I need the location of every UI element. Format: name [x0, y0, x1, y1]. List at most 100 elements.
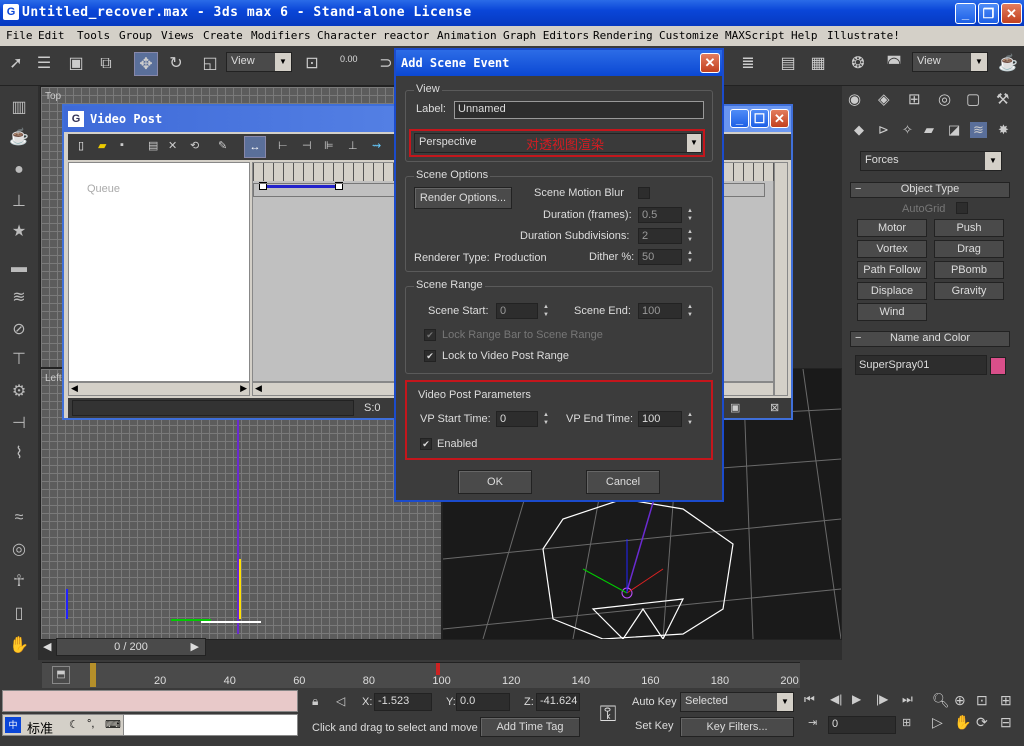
- zoom-icon[interactable]: ⊠: [770, 401, 779, 414]
- vp-start-input[interactable]: 0: [496, 411, 538, 427]
- move-icon[interactable]: ✥: [134, 52, 158, 76]
- ime-moon-icon[interactable]: ☾: [69, 718, 79, 731]
- prev-frame-icon[interactable]: ◀|: [830, 692, 842, 706]
- time-slider[interactable]: 0 / 200 ◀ ▶: [43, 638, 206, 656]
- save-icon[interactable]: ▪: [120, 139, 124, 151]
- menu-modifiers[interactable]: Modifiers: [251, 29, 311, 42]
- enabled-checkbox[interactable]: ✔: [420, 438, 432, 450]
- key-icon[interactable]: ⚿: [590, 696, 626, 732]
- cameras-icon[interactable]: ▰: [924, 122, 934, 138]
- display-tab-icon[interactable]: ▢: [966, 90, 980, 108]
- pivot-icon[interactable]: ⊡: [300, 52, 324, 76]
- zoom-icon[interactable]: 🔍︎: [932, 692, 950, 709]
- vp-end-spinner[interactable]: ▲ ▼: [684, 411, 696, 429]
- selected-combo[interactable]: Selected ▼: [680, 692, 794, 712]
- track-vscroll[interactable]: [774, 162, 788, 396]
- scene-end-spinner[interactable]: ▲ ▼: [684, 303, 696, 321]
- crossing-icon[interactable]: ⧉: [94, 52, 118, 76]
- biped-icon[interactable]: ☥: [7, 570, 31, 594]
- queue-hscroll[interactable]: ◀ ▶: [68, 382, 250, 396]
- maximize-viewport-icon[interactable]: ⊟: [1000, 714, 1012, 731]
- absolute-mode-icon[interactable]: ◁: [336, 694, 345, 708]
- x-coord-input[interactable]: -1.523: [374, 693, 432, 711]
- key-mode-icon[interactable]: ⇥: [808, 716, 817, 729]
- push-button[interactable]: Push: [934, 219, 1004, 237]
- current-frame-input[interactable]: 0: [828, 716, 896, 734]
- render-options-button[interactable]: Render Options...: [414, 187, 512, 209]
- lock-selection-icon[interactable]: 🔒︎: [312, 694, 318, 709]
- zoom-all-icon[interactable]: ⊕: [954, 692, 966, 709]
- vp-end-input[interactable]: 100: [638, 411, 682, 427]
- zoom-extents-icon[interactable]: ⊡: [976, 692, 988, 709]
- video-post-close-button[interactable]: ✕: [770, 109, 789, 128]
- pan-icon[interactable]: ✋: [954, 714, 971, 731]
- menu-edit[interactable]: Edit: [38, 29, 65, 42]
- menu-views[interactable]: Views: [161, 29, 194, 42]
- wave-icon[interactable]: ≈: [7, 506, 31, 530]
- goto-end-icon[interactable]: ⏭: [902, 692, 913, 707]
- quick-render-icon[interactable]: ☕: [996, 52, 1020, 76]
- ring-icon[interactable]: ◎: [7, 538, 31, 562]
- schematic-icon[interactable]: ▦: [806, 52, 830, 76]
- create-tab-icon[interactable]: ◉: [848, 90, 861, 108]
- edit-icon[interactable]: ▤: [148, 139, 158, 152]
- lights-icon[interactable]: ✧: [902, 122, 913, 138]
- video-post-minimize-button[interactable]: _: [730, 109, 749, 128]
- menu-illustrate[interactable]: Illustrate!: [827, 29, 900, 42]
- align-right-icon[interactable]: ⊣: [302, 139, 312, 152]
- material-editor-icon[interactable]: ❂: [846, 52, 870, 76]
- object-type-rollout[interactable]: − Object Type: [850, 182, 1010, 198]
- spacewarps-icon[interactable]: ≋: [970, 122, 987, 138]
- maxscript-listener[interactable]: [2, 690, 298, 712]
- geometry-icon[interactable]: ◆: [854, 122, 864, 138]
- align-left-icon[interactable]: ⊢: [278, 139, 288, 152]
- ok-button[interactable]: OK: [458, 470, 532, 494]
- wall-icon[interactable]: ▬: [7, 256, 31, 280]
- motion-tab-icon[interactable]: ◎: [938, 90, 951, 108]
- add-scene-event-icon[interactable]: ⇝: [372, 139, 381, 152]
- region-select-icon[interactable]: ▣: [64, 52, 88, 76]
- timeline-track[interactable]: 20 40 60 80 100 120 140 160 180 200: [42, 662, 800, 688]
- layer-icon[interactable]: ≣: [736, 52, 760, 76]
- star-icon[interactable]: ★: [7, 220, 31, 244]
- add-time-tag-button[interactable]: Add Time Tag: [480, 717, 580, 737]
- spring-icon[interactable]: ≋: [7, 286, 31, 310]
- vp-start-spinner[interactable]: ▲ ▼: [540, 411, 552, 429]
- set-key-label[interactable]: Set Key: [635, 720, 674, 732]
- delete-icon[interactable]: ✕: [168, 139, 177, 152]
- cancel-button[interactable]: Cancel: [586, 470, 660, 494]
- menu-rendering[interactable]: Rendering: [593, 29, 653, 42]
- cloth-icon[interactable]: ⌇: [7, 442, 31, 466]
- dither-input[interactable]: 50: [638, 249, 682, 265]
- range-icon[interactable]: ↔: [244, 136, 266, 158]
- key-filters-button[interactable]: Key Filters...: [680, 717, 794, 737]
- y-coord-input[interactable]: 0.0: [456, 693, 510, 711]
- systems-icon[interactable]: ✸: [998, 122, 1009, 138]
- teapot-icon[interactable]: ☕: [7, 126, 31, 150]
- maximize-button[interactable]: ❐: [978, 3, 999, 24]
- utilities-tab-icon[interactable]: ⚒: [996, 90, 1009, 108]
- curve-editor-icon[interactable]: ▤: [776, 52, 800, 76]
- menu-create[interactable]: Create: [203, 29, 243, 42]
- menu-animation[interactable]: Animation: [437, 29, 497, 42]
- execute-icon[interactable]: ✎: [218, 139, 227, 152]
- drag-button[interactable]: Drag: [934, 240, 1004, 258]
- scene-start-input[interactable]: 0: [496, 303, 538, 319]
- motor-button[interactable]: Motor: [857, 219, 927, 237]
- duration-frames-input[interactable]: 0.5: [638, 207, 682, 223]
- zoom-region-icon[interactable]: ▣: [730, 401, 740, 414]
- next-frame-icon[interactable]: |▶: [876, 692, 888, 706]
- track-bar-icon[interactable]: ⬒: [52, 666, 70, 684]
- render-type-combo[interactable]: View ▼: [912, 52, 988, 72]
- pbomb-button[interactable]: PBomb: [934, 261, 1004, 279]
- zoom-extents-all-icon[interactable]: ⊞: [1000, 692, 1012, 709]
- helper-icon[interactable]: ⊥: [7, 190, 31, 214]
- auto-key-label[interactable]: Auto Key: [632, 696, 677, 708]
- scene-motion-blur-checkbox[interactable]: [638, 187, 650, 199]
- path-follow-button[interactable]: Path Follow: [857, 261, 927, 279]
- shapes-icon[interactable]: ⊳: [878, 122, 889, 138]
- object-color-swatch[interactable]: [990, 357, 1006, 375]
- bone-icon[interactable]: ⊣: [7, 412, 31, 436]
- orbit-icon[interactable]: ⟳: [976, 714, 988, 731]
- scene-start-spinner[interactable]: ▲ ▼: [540, 303, 552, 321]
